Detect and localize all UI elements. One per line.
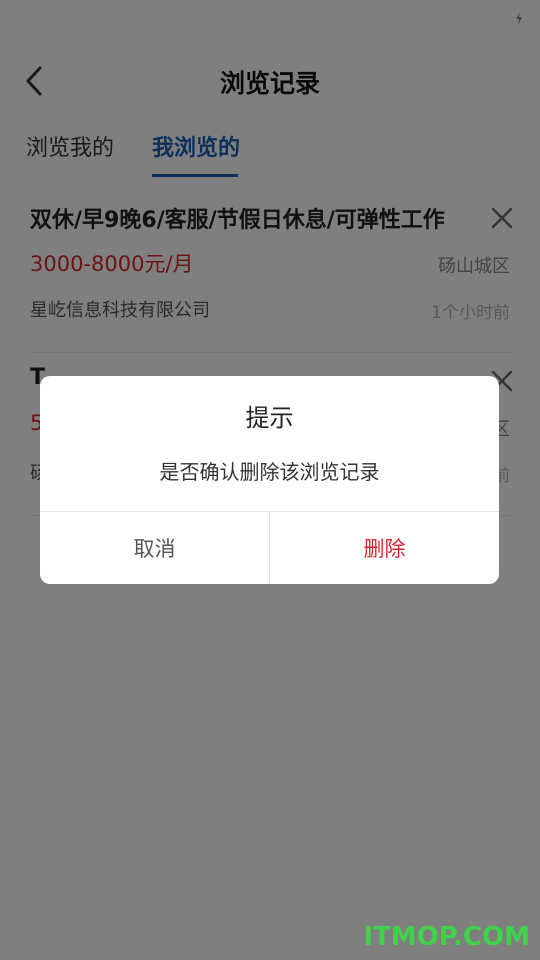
dialog-actions: 取消 删除 [40, 511, 499, 584]
delete-button[interactable]: 删除 [270, 512, 499, 584]
dialog-title: 提示 [245, 404, 294, 432]
dialog-message: 是否确认删除该浏览记录 [159, 460, 380, 484]
watermark: ITMOP.COM [363, 922, 530, 952]
confirm-dialog: 提示 是否确认删除该浏览记录 取消 删除 [40, 376, 499, 584]
cancel-button[interactable]: 取消 [40, 512, 270, 584]
